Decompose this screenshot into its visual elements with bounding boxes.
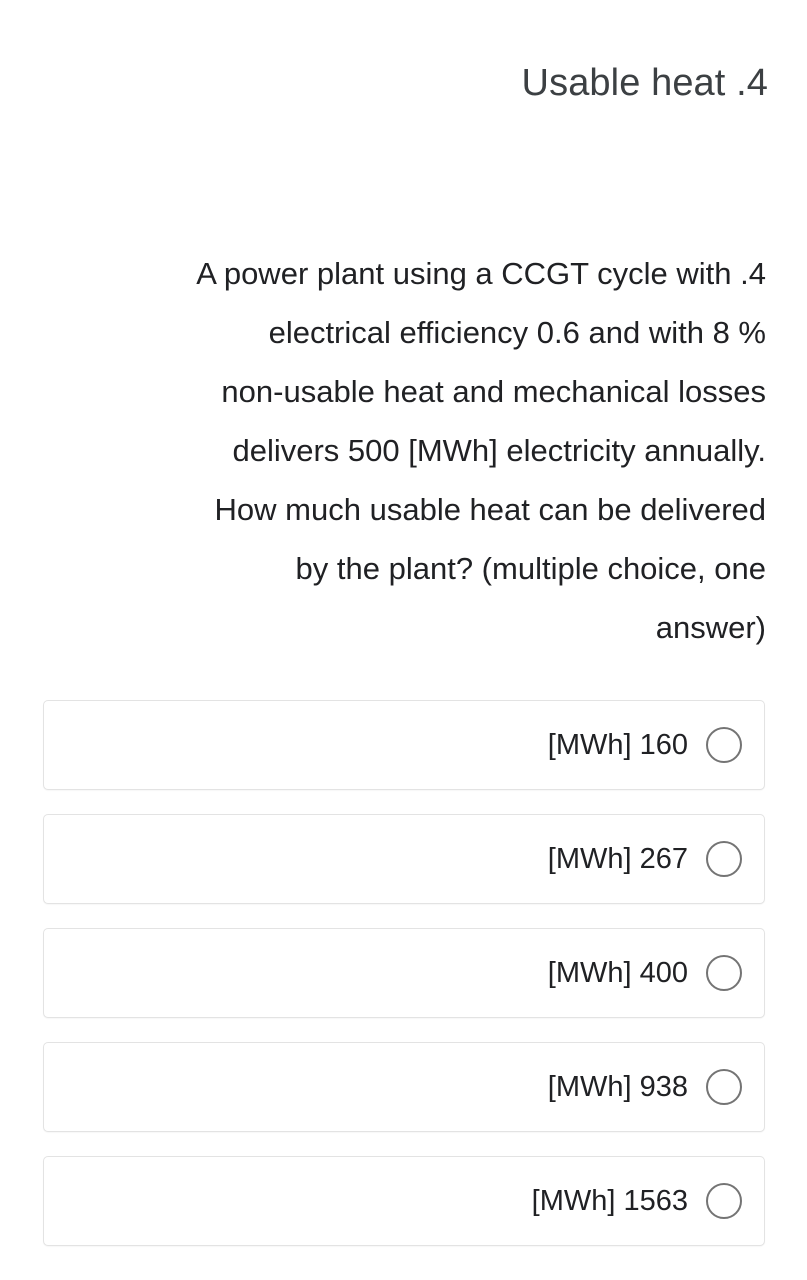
question-prompt-line: How much usable heat can be delivered <box>214 492 766 527</box>
answer-options-list: [MWh] 160 [MWh] 267 [MWh] 400 [MWh] 938 … <box>43 700 765 1246</box>
answer-option-label: [MWh] 1563 <box>531 1185 688 1217</box>
answer-option-1[interactable]: [MWh] 160 <box>43 700 765 790</box>
question-prompt-line: A power plant using a CCGT cycle with .4 <box>196 256 766 291</box>
radio-unchecked-icon[interactable] <box>706 841 742 877</box>
radio-unchecked-icon[interactable] <box>706 955 742 991</box>
question-prompt-line: non-usable heat and mechanical losses <box>221 374 766 409</box>
answer-option-2[interactable]: [MWh] 267 <box>43 814 765 904</box>
answer-option-4[interactable]: [MWh] 938 <box>43 1042 765 1132</box>
question-prompt-line: electrical efficiency 0.6 and with 8 % <box>268 315 766 350</box>
radio-unchecked-icon[interactable] <box>706 1183 742 1219</box>
radio-unchecked-icon[interactable] <box>706 1069 742 1105</box>
question-page: Usable heat .4 A power plant using a CCG… <box>0 0 807 1280</box>
question-prompt: A power plant using a CCGT cycle with .4… <box>44 244 766 657</box>
answer-option-5[interactable]: [MWh] 1563 <box>43 1156 765 1246</box>
answer-option-3[interactable]: [MWh] 400 <box>43 928 765 1018</box>
radio-unchecked-icon[interactable] <box>706 727 742 763</box>
question-prompt-line: by the plant? (multiple choice, one <box>295 551 766 586</box>
answer-option-label: [MWh] 400 <box>547 957 688 989</box>
answer-option-label: [MWh] 267 <box>547 843 688 875</box>
question-prompt-line: delivers 500 [MWh] electricity annually. <box>232 433 766 468</box>
page-title: Usable heat .4 <box>521 62 768 104</box>
answer-option-label: [MWh] 160 <box>547 729 688 761</box>
answer-option-label: [MWh] 938 <box>547 1071 688 1103</box>
question-prompt-line: answer) <box>655 610 766 645</box>
